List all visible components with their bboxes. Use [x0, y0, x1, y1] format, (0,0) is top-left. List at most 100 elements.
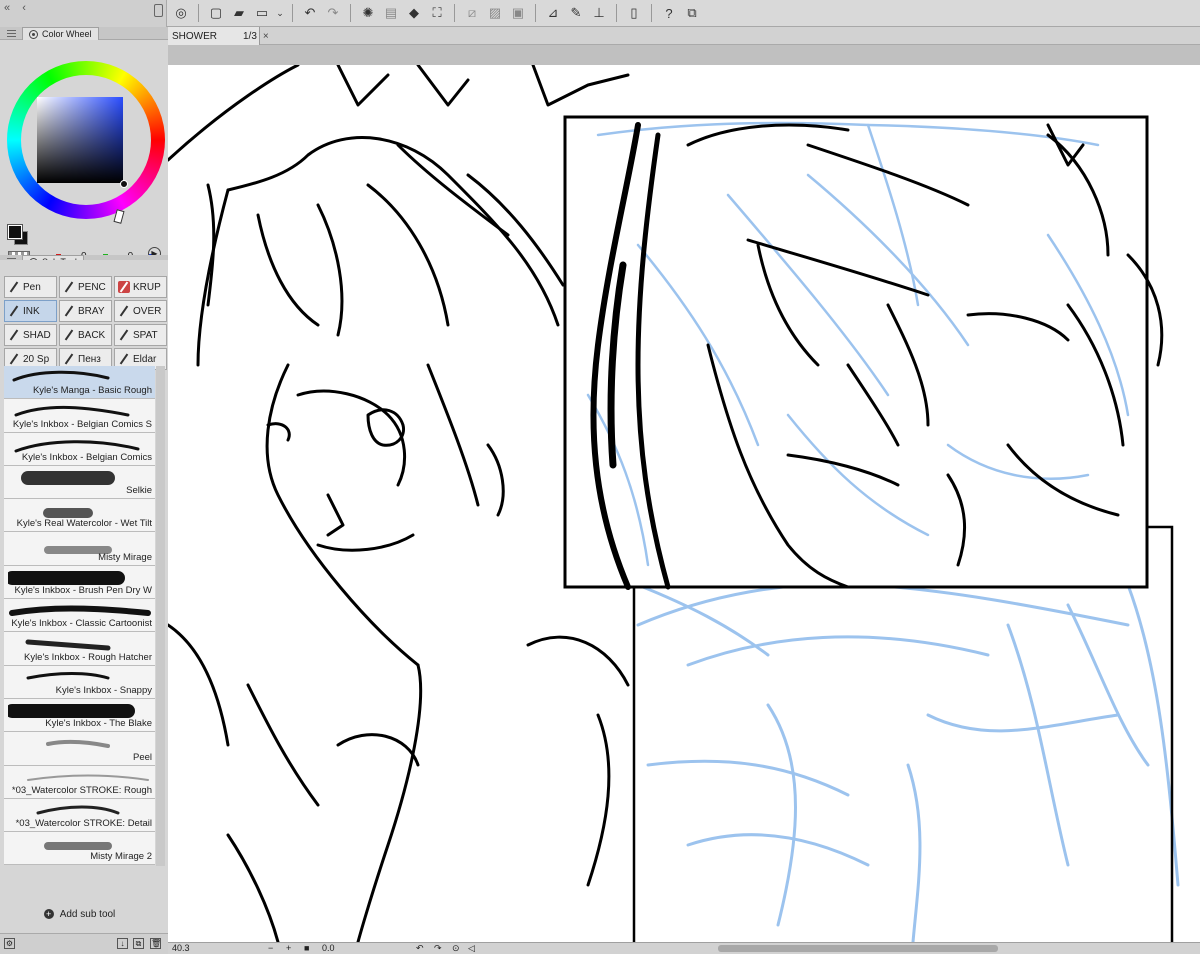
- rotate-left-icon[interactable]: ↶: [416, 943, 424, 954]
- open-folder-icon[interactable]: ▰: [229, 3, 249, 23]
- brush-item[interactable]: Kyle's Inkbox - Belgian Comics S: [4, 399, 155, 433]
- brush-stroke: [14, 439, 140, 453]
- ruler-icon[interactable]: ⊿: [543, 3, 563, 23]
- collapse-panels-icon[interactable]: « ‹: [4, 2, 28, 14]
- brush-name: Kyle's Inkbox - Brush Pen Dry W: [14, 585, 153, 597]
- color-wheel-palette: 0 0 0 ▶: [0, 40, 180, 262]
- help-icon[interactable]: ?: [659, 3, 679, 23]
- canvas-gutter: [168, 45, 1200, 65]
- horizontal-scrollbar[interactable]: [718, 945, 998, 952]
- zoom-out-icon[interactable]: −: [268, 943, 273, 953]
- subtool-group-button[interactable]: BACK: [59, 324, 112, 346]
- drawing-canvas[interactable]: [168, 65, 1200, 942]
- brush-stroke: [12, 370, 110, 382]
- brush-item[interactable]: Peel: [4, 732, 155, 766]
- brush-name: Kyle's Inkbox - The Blake: [45, 718, 152, 730]
- saturation-value-square[interactable]: [37, 97, 123, 183]
- add-sub-tool-button[interactable]: + Add sub tool: [4, 900, 155, 928]
- loading-icon[interactable]: ✺: [358, 3, 378, 23]
- palette-menu-icon[interactable]: [7, 30, 16, 37]
- window-icon[interactable]: ⧉: [682, 3, 702, 23]
- subtool-group-button[interactable]: INK: [4, 300, 57, 322]
- subtool-group-button[interactable]: PENC: [59, 276, 112, 298]
- new-file-icon[interactable]: ▢: [206, 3, 226, 23]
- brush-name: Selkie: [126, 485, 152, 497]
- brush-item[interactable]: Kyle's Inkbox - Brush Pen Dry W: [4, 565, 155, 600]
- snap-special-ruler-icon[interactable]: ⊥: [589, 3, 609, 23]
- command-bar: « ‹ ◎ ▢ ▰ ▭ ⌄ ↶ ↷ ✺ ▤ ◆ ⛶ ⧄ ▨ ▣ ⊿ ✎ ⊥ ▯ …: [0, 0, 1200, 27]
- pen-icon: [118, 329, 130, 341]
- close-tab-icon[interactable]: ×: [263, 31, 269, 42]
- brush-list-scrollbar[interactable]: [156, 366, 165, 866]
- brush-name: Kyle's Inkbox - Snappy: [55, 684, 152, 696]
- brush-item[interactable]: *03_Watercolor STROKE: Rough: [4, 765, 155, 799]
- transform-icon[interactable]: ⛶: [427, 3, 447, 23]
- brush-stroke-preview: [46, 740, 110, 749]
- delete-icon[interactable]: 🗑: [150, 938, 161, 949]
- subtool-group-button[interactable]: KRUP: [114, 276, 167, 298]
- snap-icon[interactable]: ✎: [566, 3, 586, 23]
- subtool-group-button[interactable]: OVER: [114, 300, 167, 322]
- brush-item[interactable]: Kyle's Inkbox - Snappy: [4, 665, 155, 699]
- brush-name: Misty Mirage: [98, 551, 152, 563]
- rotate-right-icon[interactable]: ↷: [434, 943, 442, 954]
- brush-name: Kyle's Manga - Basic Rough: [32, 385, 152, 397]
- smartphone-icon[interactable]: ▯: [624, 3, 644, 23]
- brush-item[interactable]: Kyle's Inkbox - The Blake: [4, 698, 155, 733]
- rotation-value[interactable]: 0.0: [322, 943, 335, 953]
- zoom-level[interactable]: 40.3: [172, 943, 190, 953]
- brush-item[interactable]: Kyle's Inkbox - Classic Cartoonist: [4, 599, 155, 633]
- canvas-status-bar: 40.3 − + ■ 0.0 ↶ ↷ ⊙ ◁: [168, 942, 1200, 954]
- save-to-file-icon[interactable]: ↓: [117, 938, 128, 949]
- pen-icon: [63, 353, 75, 365]
- brush-item[interactable]: Kyle's Inkbox - Belgian Comics: [4, 432, 155, 466]
- brush-item[interactable]: Kyle's Inkbox - Rough Hatcher: [4, 632, 155, 666]
- deselect-icon[interactable]: ⧄: [462, 3, 482, 23]
- clip-studio-icon[interactable]: ◎: [171, 3, 191, 23]
- brush-item[interactable]: Selkie: [4, 465, 155, 500]
- color-info-row: 0 0 0 ▶: [0, 224, 180, 262]
- sv-picker-handle[interactable]: [120, 180, 128, 188]
- pen-icon: [63, 305, 75, 317]
- redo-icon[interactable]: ↷: [323, 3, 343, 23]
- left-palette: Color Wheel 0 0 0 ▶ Sub T: [0, 27, 180, 954]
- tab-color-wheel[interactable]: Color Wheel: [22, 27, 99, 40]
- pin-icon[interactable]: [154, 4, 163, 17]
- brush-stroke: [25, 639, 111, 651]
- fill-icon[interactable]: ◆: [404, 3, 424, 23]
- settings-icon[interactable]: ⚙: [4, 938, 15, 949]
- dropdown-icon[interactable]: ⌄: [275, 3, 285, 23]
- flip-icon[interactable]: ◁: [468, 943, 475, 954]
- document-tabbar: SHOWER 1/3 ×: [168, 27, 1200, 45]
- brush-list: Kyle's Manga - Basic Rough Kyle's Inkbox …: [4, 366, 155, 866]
- brush-item[interactable]: *03_Watercolor STROKE: Detail: [4, 798, 155, 833]
- subtool-group-button[interactable]: Pen: [4, 276, 57, 298]
- add-icon: +: [43, 909, 54, 919]
- brush-item[interactable]: Kyle's Manga - Basic Rough: [4, 366, 155, 400]
- invert-selection-icon[interactable]: ▨: [485, 3, 505, 23]
- zoom-in-icon[interactable]: +: [286, 943, 291, 953]
- subtool-group-button[interactable]: SPAT: [114, 324, 167, 346]
- hue-picker-handle[interactable]: [113, 209, 125, 224]
- color-wheel-icon: [29, 29, 38, 39]
- brush-item[interactable]: Kyle's Real Watercolor - Wet Tilt: [4, 499, 155, 533]
- main-color-swatch[interactable]: [7, 224, 23, 240]
- brush-item[interactable]: Misty Mirage: [4, 532, 155, 566]
- duplicate-icon[interactable]: ⧉: [133, 938, 144, 949]
- subtool-group-button[interactable]: SHAD: [4, 324, 57, 346]
- sub-tool-group-grid: Pen PENC KRUP INK BRAY OVER SHAD BACK SPAT 20 Sp П…: [4, 276, 167, 370]
- undo-icon[interactable]: ↶: [300, 3, 320, 23]
- selection-border-icon[interactable]: ▣: [508, 3, 528, 23]
- pen-icon: [8, 281, 20, 293]
- subtool-group-button[interactable]: BRAY: [59, 300, 112, 322]
- brush-name: Kyle's Inkbox - Belgian Comics S: [12, 418, 152, 430]
- clear-icon[interactable]: ▤: [381, 3, 401, 23]
- comic-artwork: [168, 65, 1180, 942]
- reset-rotation-icon[interactable]: ⊙: [452, 943, 460, 954]
- fit-view-icon[interactable]: ■: [304, 943, 309, 953]
- document-name: SHOWER: [172, 30, 217, 42]
- pen-icon: [8, 353, 20, 365]
- save-icon[interactable]: ▭: [252, 3, 272, 23]
- document-tab[interactable]: SHOWER 1/3 ×: [168, 27, 269, 45]
- brush-item[interactable]: Misty Mirage 2: [4, 832, 155, 866]
